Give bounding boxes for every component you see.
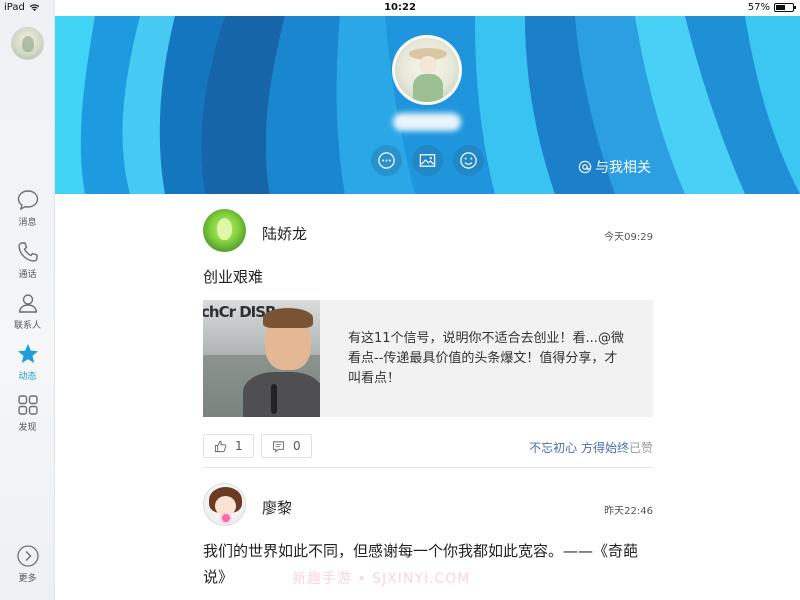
post-actions: 1 0 不忘初心 方得始终已赞 [203,417,653,468]
post-header: 廖黎 昨天22:46 [203,468,653,526]
sidebar-more-label: 更多 [18,574,37,584]
sidebar-item-moments[interactable]: 动态 [0,342,55,388]
chat-bubble-icon [17,190,38,211]
liked-by-names[interactable]: 不忘初心 方得始终 [529,441,629,455]
post-timestamp: 今天09:29 [604,232,653,243]
emoji-icon [460,152,477,169]
link-description: 有这11个信号，说明你不适合去创业！看...@微看点--传递最具价值的头条爆文！… [348,331,624,386]
sidebar-item-label: 动态 [18,372,37,382]
message-icon [378,152,395,169]
battery-fill [776,5,785,10]
sidebar-item-label: 发现 [18,423,37,433]
profile-avatar[interactable] [392,35,462,105]
comment-count: 0 [293,439,301,453]
comment-icon [272,440,285,453]
watermark: 新趣手游 • SJXINYI.COM [292,571,471,587]
photo-button[interactable] [412,145,443,176]
sidebar-item-label: 消息 [18,218,37,228]
star-icon [17,344,38,363]
avatar-face [419,56,437,74]
avatar-body [413,74,443,102]
sidebar-item-discover[interactable]: 发现 [0,393,55,439]
message-button[interactable] [371,145,402,176]
feed: 陆娇龙 今天09:29 创业艰难 chCr DISR 有这11个信号，说明你不适… [203,194,653,590]
mention-label: 与我相关 [595,160,651,176]
sidebar-item-label: 通话 [18,270,37,280]
status-bar: iPad 10:22 57% [0,0,800,16]
comment-button[interactable]: 0 [261,434,312,458]
sidebar-item-label: 联系人 [13,321,41,331]
post-author-avatar[interactable] [203,483,246,526]
mention-link[interactable]: 与我相关 [578,157,651,177]
at-icon [578,160,592,174]
sidebar: 消息 通话 联系人 动态 发现 更多 [0,0,55,600]
shared-link-card[interactable]: chCr DISR 有这11个信号，说明你不适合去创业！看...@微看点--传递… [203,300,653,417]
thumb-shirt [243,372,320,417]
post-author-name[interactable]: 陆娇龙 [262,223,307,244]
post-author-name[interactable]: 廖黎 [262,497,292,518]
avatar-lollipop [220,512,232,524]
thumb-hair [263,308,313,328]
photo-icon [419,154,436,167]
link-thumbnail: chCr DISR [203,300,320,417]
sidebar-more-button[interactable]: 更多 [0,544,55,590]
post-header: 陆娇龙 今天09:29 [203,194,653,252]
post-text: 创业艰难 [203,268,264,286]
liked-by-suffix: 已赞 [628,441,653,455]
sidebar-item-calls[interactable]: 通话 [0,240,55,286]
battery-percent: 57% [747,2,770,13]
profile-banner: 与我相关 [55,16,800,194]
emoji-button[interactable] [453,145,484,176]
profile-name-blurred [393,113,461,131]
post-author-avatar[interactable] [203,209,246,252]
phone-icon [17,242,38,262]
post-timestamp: 昨天22:46 [604,506,653,517]
sidebar-user-avatar[interactable] [11,27,44,60]
contacts-icon [18,294,37,313]
sidebar-item-contacts[interactable]: 联系人 [0,291,55,337]
liked-by: 不忘初心 方得始终已赞 [529,439,653,456]
thumbs-up-icon [214,440,227,452]
feed-post: 陆娇龙 今天09:29 创业艰难 chCr DISR 有这11个信号，说明你不适… [203,194,653,468]
like-button[interactable]: 1 [203,434,254,458]
grid-icon [17,395,38,415]
like-count: 1 [235,439,243,453]
status-time: 10:22 [384,2,416,13]
thumb-microphone [271,384,277,414]
sidebar-item-messages[interactable]: 消息 [0,188,55,234]
status-right: 57% [747,2,796,13]
battery-icon [774,3,796,12]
chevron-right-circle-icon [16,545,39,567]
